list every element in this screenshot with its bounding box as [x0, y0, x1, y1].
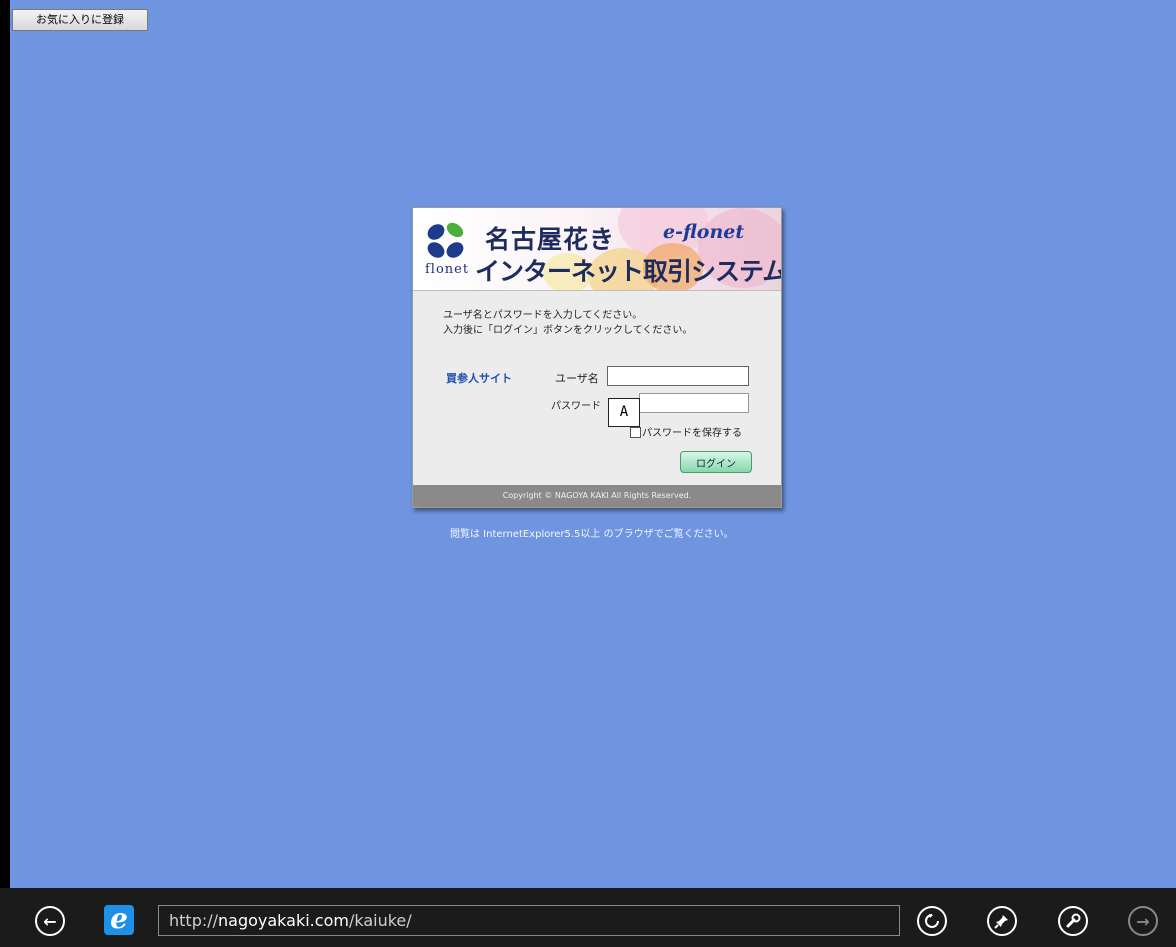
instructions: ユーザ名とパスワードを入力してください。 入力後に「ログイン」ボタンをクリックし… [443, 308, 692, 338]
add-to-favorites-button[interactable]: お気に入りに登録 [12, 9, 148, 31]
logo-text: flonet [425, 262, 470, 277]
banner-brand: e-flonet [663, 221, 745, 243]
username-input[interactable] [607, 366, 749, 386]
browser-bottom-bar: ← e http://nagoyakaki.com/kaiuke/ → [0, 888, 1176, 947]
url-prefix: http:// [169, 911, 219, 930]
login-button[interactable]: ログイン [680, 451, 752, 473]
buyer-site-label: 買参人サイト [446, 372, 512, 385]
username-label: ユーザ名 [555, 372, 599, 385]
login-card: flonet 名古屋花き e-flonet インターネット取引システム ユーザ名… [412, 207, 782, 508]
password-label: パスワード [551, 401, 601, 412]
url-path: /kaiuke/ [348, 911, 412, 930]
save-password-label: パスワードを保存する [642, 428, 742, 439]
annotation-marker: A [608, 398, 640, 427]
header-banner: flonet 名古屋花き e-flonet インターネット取引システム [413, 208, 781, 291]
banner-title-line2: インターネット取引システム [475, 257, 781, 286]
copyright-bar: Copyright © NAGOYA KAKI All Rights Reser… [413, 485, 781, 507]
web-page-content: お気に入りに登録 flonet 名古屋花き e-flonet インターネット取引… [10, 0, 1176, 888]
back-arrow-icon[interactable]: ← [35, 906, 65, 936]
forward-arrow-icon[interactable]: → [1128, 906, 1158, 936]
pin-icon[interactable] [987, 906, 1017, 936]
url-domain: nagoyakaki.com [218, 911, 349, 930]
save-password-checkbox[interactable] [630, 427, 641, 438]
instruction-line: 入力後に「ログイン」ボタンをクリックしてください。 [443, 325, 693, 336]
refresh-icon[interactable] [917, 906, 947, 936]
address-bar[interactable]: http://nagoyakaki.com/kaiuke/ [158, 905, 900, 936]
browser-requirement-note: 閲覧は InternetExplorer5.5以上 のブラウザでご覧ください。 [450, 529, 734, 540]
banner-title-line1: 名古屋花き [485, 225, 616, 254]
wrench-icon[interactable] [1058, 906, 1088, 936]
internet-explorer-icon: e [104, 905, 134, 935]
flonet-logo-icon [427, 222, 464, 258]
instruction-line: ユーザ名とパスワードを入力してください。 [443, 310, 643, 321]
password-input[interactable] [639, 393, 749, 413]
